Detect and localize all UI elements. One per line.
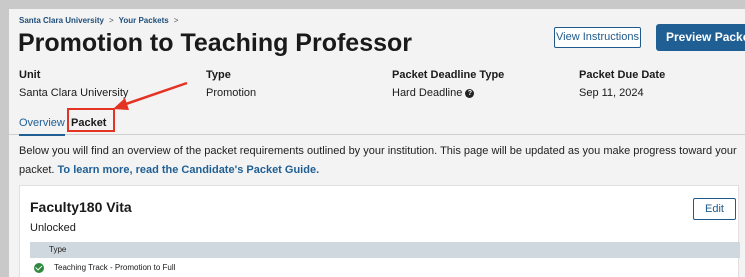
edit-button[interactable]: Edit	[693, 198, 736, 220]
tab-bar: Overview Packet	[9, 113, 745, 136]
meta-deadline-type-value: Hard Deadline ?	[392, 87, 504, 99]
breadcrumb-separator: >	[108, 16, 114, 25]
meta-deadline-type-label: Packet Deadline Type	[392, 69, 505, 81]
breadcrumb: Santa Clara University > Your Packets >	[19, 16, 178, 25]
packet-guide-link[interactable]: To learn more, read the Candidate's Pack…	[58, 164, 320, 176]
card-title: Faculty180 Vita	[30, 199, 132, 215]
tab-overview[interactable]: Overview	[19, 117, 65, 136]
annotation-highlight-box	[67, 108, 115, 132]
meta-due-date-value: Sep 11, 2024	[579, 87, 644, 99]
meta-type-value: Promotion	[206, 87, 257, 99]
meta-deadline-type: Packet Deadline Type Hard Deadline ?	[392, 69, 504, 99]
page: Santa Clara University > Your Packets > …	[9, 9, 745, 277]
meta-unit-label: Unit	[19, 69, 41, 81]
help-icon[interactable]: ?	[465, 88, 475, 98]
preview-packet-button[interactable]: Preview Packet	[656, 24, 745, 51]
table-row: Teaching Track - Promotion to Full	[30, 258, 740, 277]
annotation-arrow-icon	[113, 81, 188, 110]
intro-text: Below you will find an overview of the p…	[19, 142, 745, 180]
card-table: Type Teaching Track - Promotion to Full	[30, 242, 740, 277]
breadcrumb-item-your-packets[interactable]: Your Packets	[119, 16, 169, 25]
meta-type: Type Promotion	[206, 69, 256, 99]
meta-due-date: Packet Due Date Sep 11, 2024	[579, 69, 665, 99]
check-circle-icon	[34, 262, 44, 273]
table-header-type: Type	[30, 242, 740, 258]
view-instructions-button[interactable]: View Instructions	[554, 27, 641, 48]
faculty-vita-card: Faculty180 Vita Unlocked Edit Type Teach…	[19, 185, 740, 277]
page-title: Promotion to Teaching Professor	[18, 29, 413, 57]
card-status: Unlocked	[30, 222, 76, 234]
breadcrumb-separator: >	[173, 16, 179, 25]
meta-due-date-label: Packet Due Date	[579, 69, 666, 81]
deadline-type-text: Hard Deadline	[392, 87, 463, 99]
meta-type-label: Type	[206, 69, 231, 81]
breadcrumb-item-university[interactable]: Santa Clara University	[19, 16, 104, 25]
table-cell-type: Teaching Track - Promotion to Full	[54, 263, 176, 272]
